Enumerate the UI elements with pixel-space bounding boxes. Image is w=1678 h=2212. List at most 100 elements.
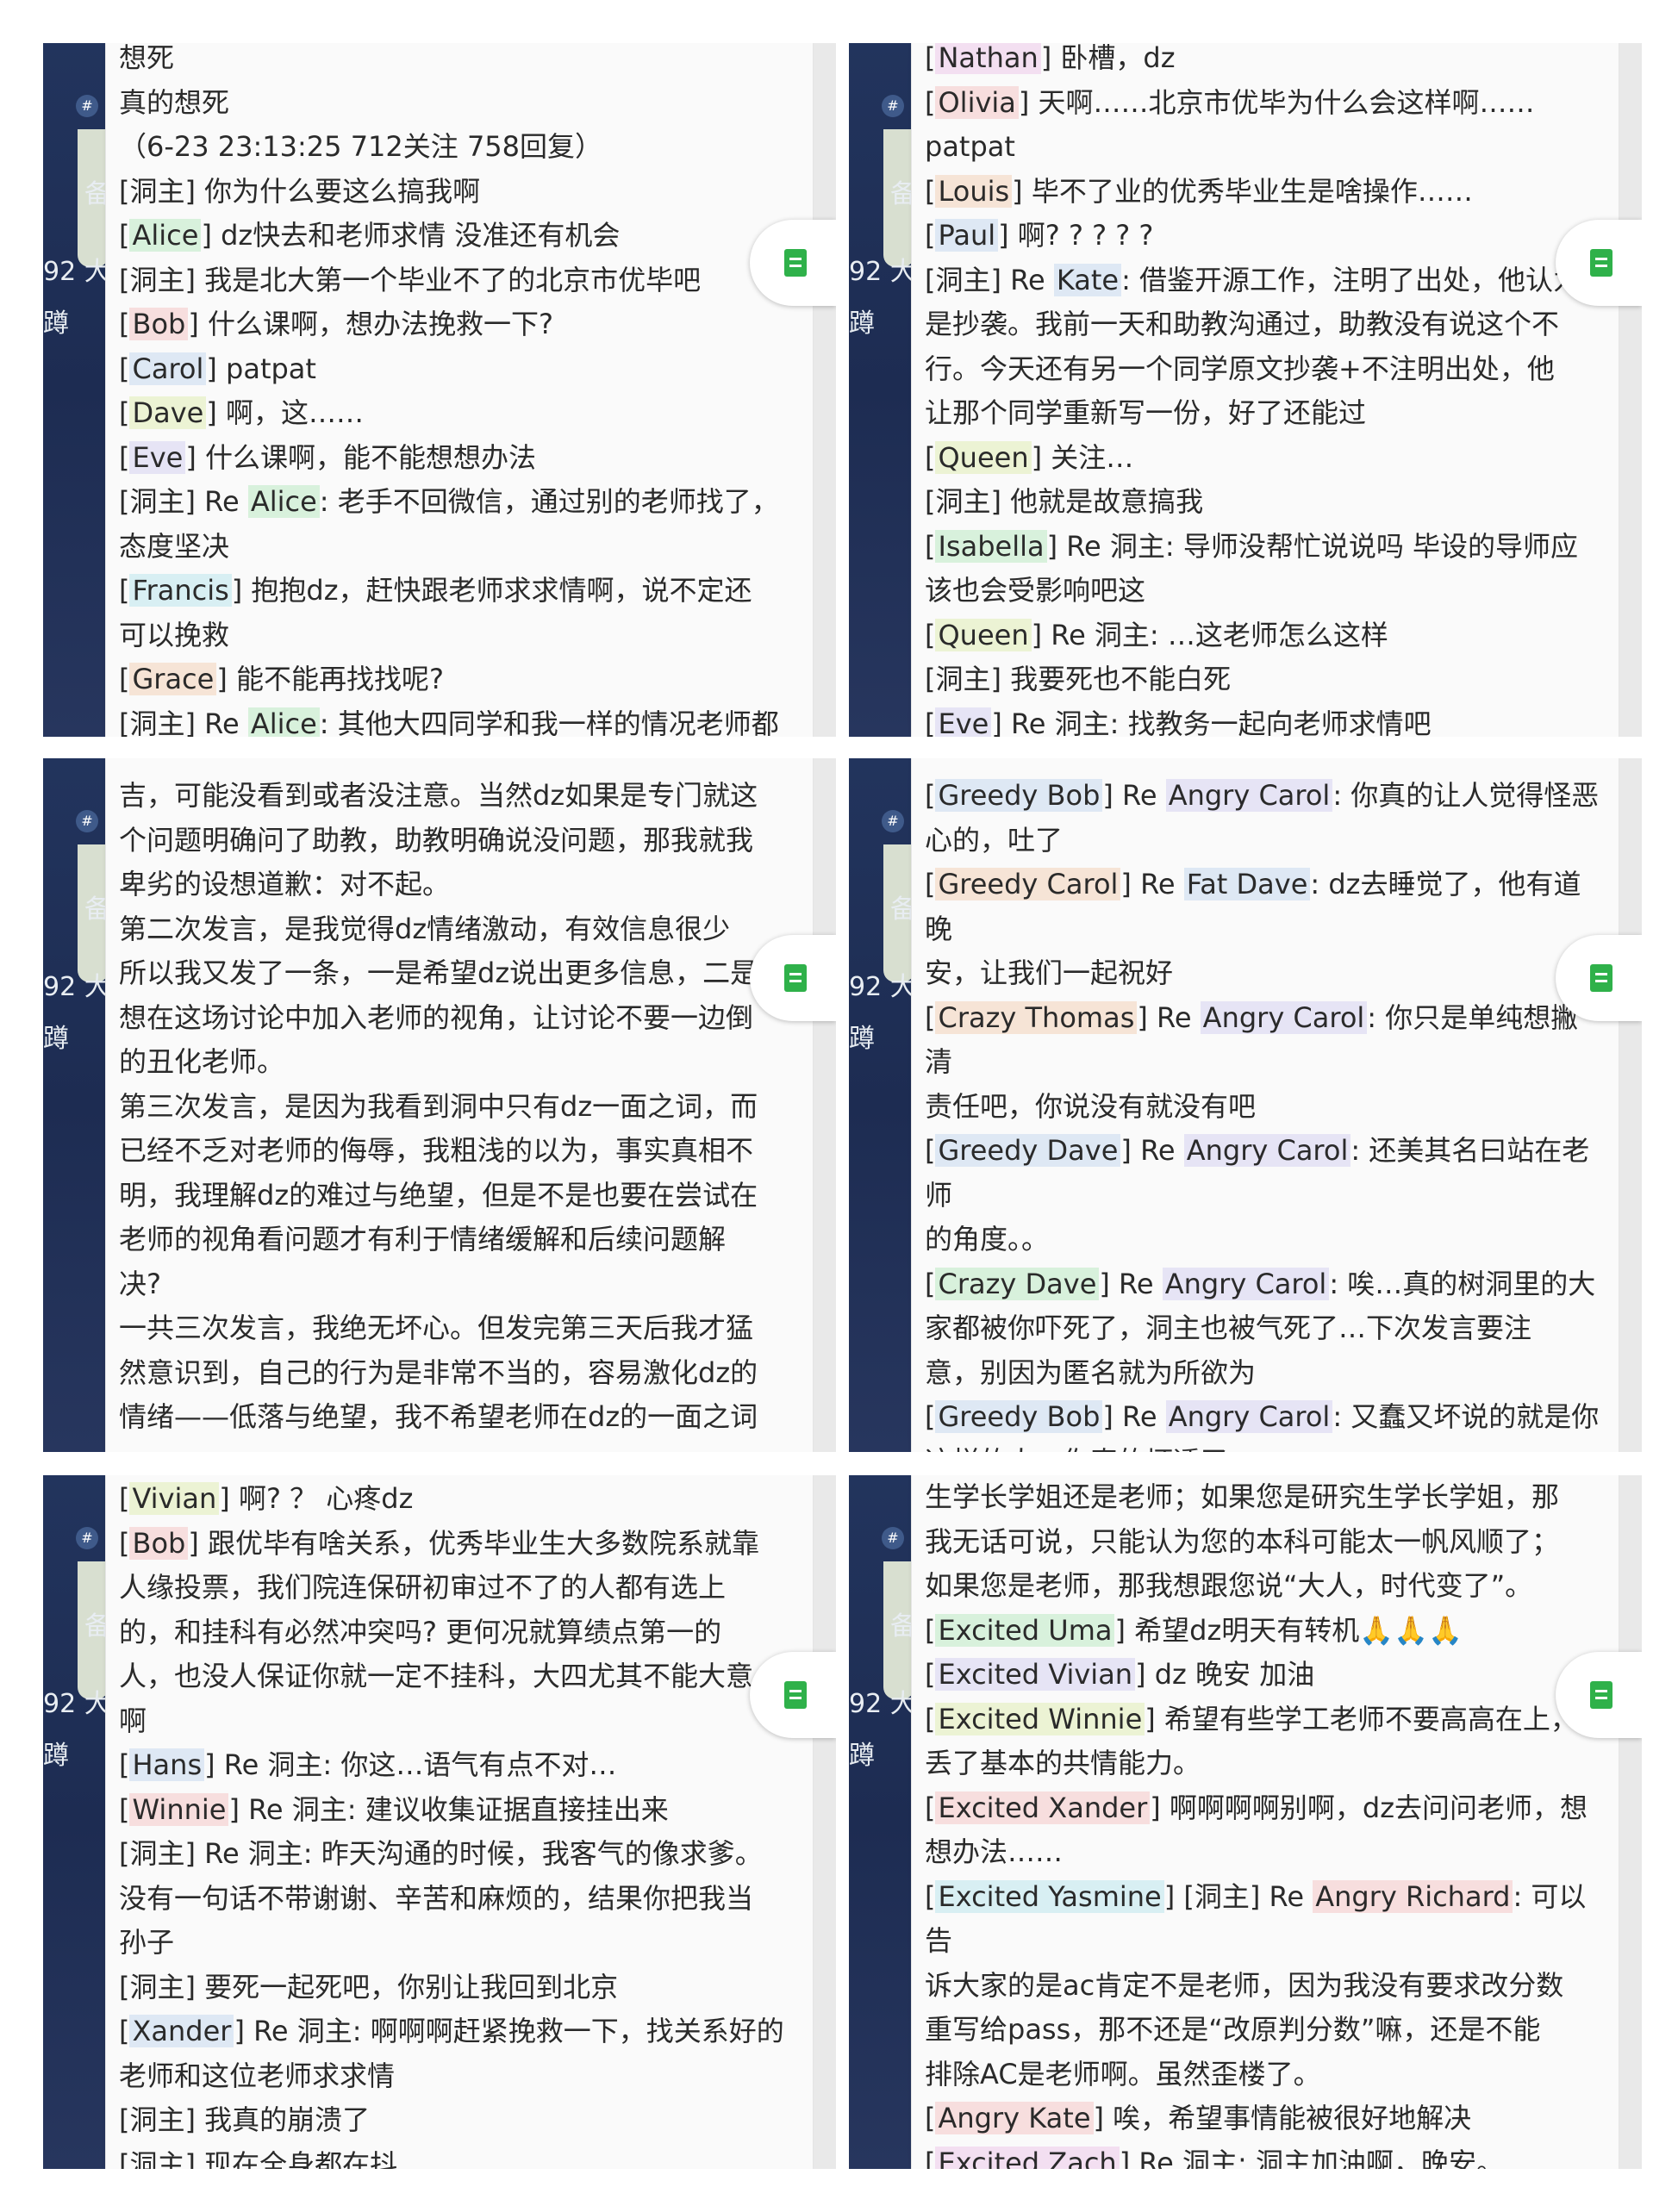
username-tag[interactable]: Bob xyxy=(129,308,189,340)
post-line: 第二次发言，是我觉得dz情绪激动，有效信息很少 xyxy=(119,907,798,952)
scrollbar[interactable] xyxy=(814,43,836,737)
scrollbar[interactable] xyxy=(1619,758,1642,1452)
post-line: 啊 xyxy=(119,1699,798,1744)
username-tag[interactable]: Hans xyxy=(129,1748,205,1781)
username-tag[interactable]: Eve xyxy=(935,707,992,737)
username-tag[interactable]: Crazy Dave xyxy=(935,1267,1100,1300)
username-tag[interactable]: Angry Kate xyxy=(935,2102,1094,2134)
username-tag[interactable]: Paul xyxy=(935,219,999,252)
post-line: 生学长学姐还是老师；如果您是研究生学长学姐，那 xyxy=(925,1475,1604,1520)
username-tag[interactable]: Angry Carol xyxy=(1165,779,1333,812)
post-text: [ xyxy=(925,1879,936,1913)
username-tag[interactable]: Greedy Bob xyxy=(935,1400,1103,1433)
floating-doc-button[interactable] xyxy=(1556,1652,1642,1738)
scrollbar[interactable] xyxy=(814,758,836,1452)
username-tag[interactable]: Carol xyxy=(129,352,207,385)
post-text: ] 抱抱dz，赶快跟老师求求情啊，说不定还 xyxy=(231,574,752,607)
username-tag[interactable]: Crazy Thomas xyxy=(935,1000,1138,1034)
post-text: 想办法…… xyxy=(925,1835,1064,1868)
scrollbar[interactable] xyxy=(1619,43,1642,737)
username-tag[interactable]: Alice xyxy=(247,485,320,518)
username-tag[interactable]: Greedy Dave xyxy=(935,1134,1121,1167)
screenshot-panel-1: # 备 92 大 蹲 想死 真的想死 （6-23 23:13:25 712关注 75… xyxy=(43,43,836,737)
scrollbar[interactable] xyxy=(1619,1475,1642,2169)
username-tag[interactable]: Fat Dave xyxy=(1183,868,1311,900)
post-text: ] Re 洞主: 找教务一起向老师求情吧 xyxy=(991,707,1432,738)
username-tag[interactable]: Greedy Bob xyxy=(935,779,1103,812)
username-tag[interactable]: Xander xyxy=(129,2015,234,2047)
floating-doc-button[interactable] xyxy=(1556,935,1642,1021)
username-tag[interactable]: Excited Uma xyxy=(935,1613,1115,1647)
username-tag[interactable]: Angry Carol xyxy=(1200,1000,1368,1034)
username-tag[interactable]: Louis xyxy=(935,174,1013,208)
username-tag[interactable]: Angry Carol xyxy=(1162,1267,1330,1300)
username-tag[interactable]: Winnie xyxy=(129,1792,229,1826)
post-text: 决? xyxy=(119,1267,161,1300)
username-tag[interactable]: Isabella xyxy=(935,529,1047,563)
side-glyph: 蹲 xyxy=(43,1024,69,1054)
username-tag[interactable]: Francis xyxy=(129,574,232,607)
post-content: 想死 真的想死 （6-23 23:13:25 712关注 758回复） [洞主] 你为… xyxy=(119,43,798,737)
post-text: [ xyxy=(925,707,936,738)
username-tag[interactable]: Dave xyxy=(129,396,207,429)
post-line: 心的，吐了 xyxy=(925,819,1604,863)
username-tag[interactable]: Angry Richard xyxy=(1313,1879,1513,1913)
post-content: 生学长学姐还是老师；如果您是研究生学长学姐，那我无话可说，只能认为您的本科可能太… xyxy=(925,1475,1604,2169)
hash-badge: # xyxy=(76,1527,98,1549)
post-text: ] Re 洞主: …这老师怎么这样 xyxy=(1031,618,1388,651)
username-tag[interactable]: Excited Zach xyxy=(935,2146,1120,2169)
username-tag[interactable]: Greedy Carol xyxy=(935,868,1121,900)
post-text: 让那个同学重新写一份，好了还能过 xyxy=(925,396,1367,429)
post-line: 的角度。。 xyxy=(925,1218,1604,1262)
floating-doc-button[interactable] xyxy=(750,935,836,1021)
side-glyph: 92 大 xyxy=(849,1689,916,1719)
post-line: 然意识到，自己的行为是非常不当的，容易激化dz的 xyxy=(119,1351,798,1396)
username-tag[interactable]: Nathan xyxy=(935,43,1041,74)
username-tag[interactable]: Excited Xander xyxy=(935,1791,1151,1824)
post-text: ] 什么课啊，想办法挽救一下? xyxy=(188,308,553,340)
post-line: [Francis] 抱抱dz，赶快跟老师求求情啊，说不定还 xyxy=(119,569,798,614)
username-tag[interactable]: Eve xyxy=(129,440,186,474)
username-tag[interactable]: Angry Carol xyxy=(1183,1134,1351,1167)
post-line: [Crazy Dave] Re Angry Carol: 唉…真的树洞里的大 xyxy=(925,1262,1604,1307)
username-tag[interactable]: Queen xyxy=(935,440,1032,474)
username-tag[interactable]: Queen xyxy=(935,618,1032,651)
post-text: ] Re 洞主: 啊啊啊赶紧挽救一下，找关系好的 xyxy=(234,2015,784,2047)
post-text: [洞主] 我要死也不能白死 xyxy=(925,663,1232,695)
post-line: [Olivia] 天啊……北京市优毕为什么会这样啊…… xyxy=(925,81,1604,126)
post-text: ] 什么课啊，能不能想想办法 xyxy=(185,440,536,474)
username-tag[interactable]: Angry Carol xyxy=(1165,1400,1333,1433)
username-tag[interactable]: Grace xyxy=(129,663,217,695)
post-line: [洞主] 我要死也不能白死 xyxy=(925,657,1604,702)
username-tag[interactable]: Alice xyxy=(247,707,320,737)
post-text: [ xyxy=(925,219,936,252)
username-tag[interactable]: Alice xyxy=(129,219,202,252)
post-text: [ xyxy=(119,1482,130,1515)
post-text: [ xyxy=(925,1791,936,1824)
post-text: 所以我又发了一条，一是希望dz说出更多信息，二是 xyxy=(119,956,758,989)
floating-doc-button[interactable] xyxy=(750,220,836,306)
post-text: ] Re xyxy=(1102,779,1166,812)
post-text: [洞主] 现在全身都在抖 xyxy=(119,2147,398,2170)
username-tag[interactable]: Excited Yasmine xyxy=(935,1879,1164,1913)
post-text: [ xyxy=(925,174,936,208)
username-tag[interactable]: Bob xyxy=(129,1526,189,1560)
side-glyph: 92 大 xyxy=(43,1689,110,1719)
post-line: 明，我理解dz的难过与绝望，但是不是也要在尝试在 xyxy=(119,1174,798,1218)
post-text: : 你真的让人觉得怪恶 xyxy=(1332,779,1600,812)
post-text: 一共三次发言，我绝无坏心。但发完第三天后我才猛 xyxy=(119,1312,754,1344)
post-text: : 唉…真的树洞里的大 xyxy=(1329,1267,1596,1300)
username-tag[interactable]: Vivian xyxy=(129,1482,220,1515)
floating-doc-button[interactable] xyxy=(750,1652,836,1738)
post-line: 个问题明确问了助教，助教明确说没问题，那我就我 xyxy=(119,819,798,863)
post-text: [ xyxy=(119,663,130,695)
document-icon xyxy=(1590,1681,1613,1709)
username-tag[interactable]: Excited Vivian xyxy=(935,1658,1136,1691)
username-tag[interactable]: Excited Winnie xyxy=(935,1702,1145,1735)
screenshot-panel-3: # 备 92 大 蹲 吉，可能没看到或者没注意。当然dz如果是专门就这 个问题明确… xyxy=(43,758,836,1452)
scrollbar[interactable] xyxy=(814,1475,836,2169)
post-text: 我无话可说，只能认为您的本科可能太一帆风顺了； xyxy=(925,1524,1560,1558)
username-tag[interactable]: Kate xyxy=(1053,263,1122,296)
username-tag[interactable]: Olivia xyxy=(935,85,1019,119)
floating-doc-button[interactable] xyxy=(1556,220,1642,306)
